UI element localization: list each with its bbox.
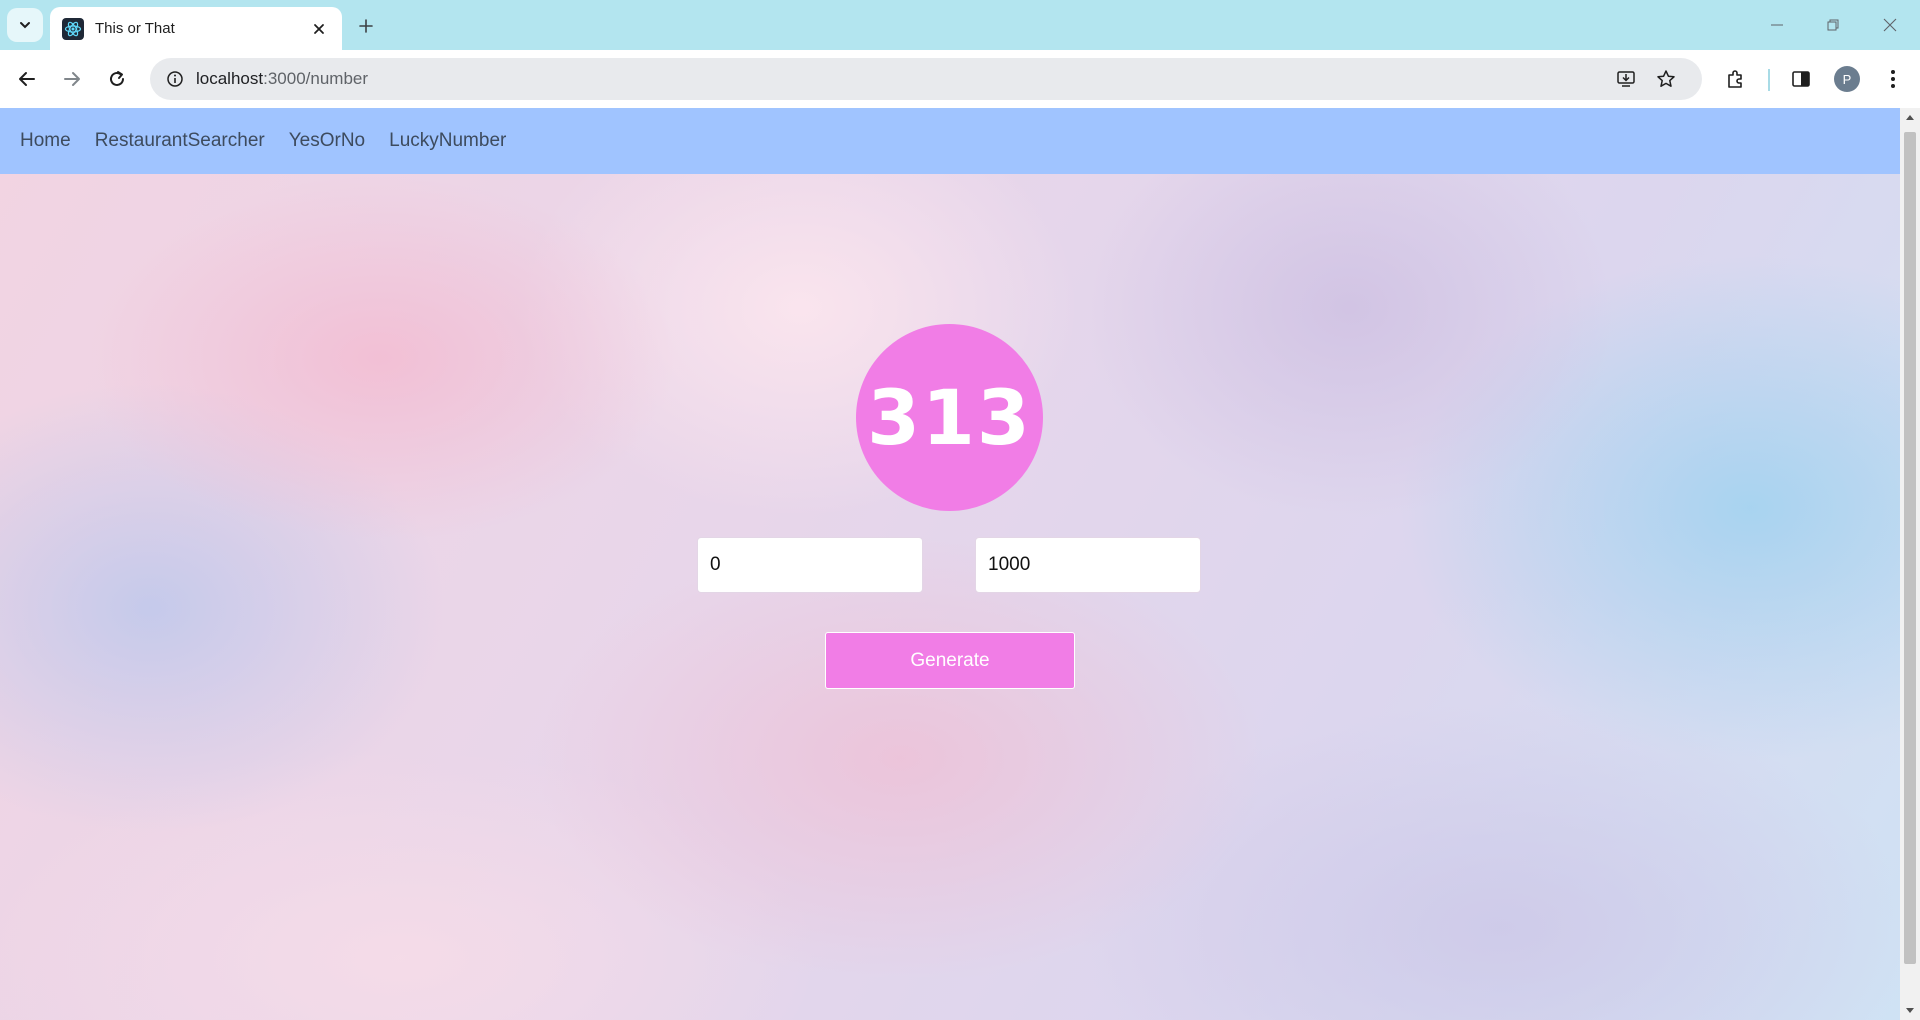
tab-title: This or That <box>95 20 175 37</box>
site-info-icon[interactable] <box>154 58 196 100</box>
bookmark-star-icon[interactable] <box>1650 63 1682 95</box>
page-viewport: Home RestaurantSearcher YesOrNo LuckyNum… <box>0 108 1900 1020</box>
scroll-up-arrow-icon[interactable] <box>1900 108 1920 126</box>
close-tab-icon[interactable] <box>308 18 330 40</box>
browser-toolbar: localhost:3000/number P <box>0 50 1920 108</box>
more-vertical-icon <box>1891 70 1895 88</box>
profile-avatar[interactable]: P <box>1834 66 1860 92</box>
reload-button[interactable] <box>101 63 133 95</box>
lucky-number-value: 313 <box>867 373 1032 462</box>
forward-button[interactable] <box>56 63 88 95</box>
chevron-down-icon <box>20 22 30 29</box>
reload-icon <box>110 71 124 86</box>
min-value-input[interactable] <box>697 537 923 593</box>
arrow-right-icon <box>64 72 80 86</box>
react-logo-icon <box>62 17 84 40</box>
side-panel-button[interactable] <box>1785 63 1817 95</box>
plus-icon <box>359 19 373 33</box>
minimize-button[interactable] <box>1760 10 1794 40</box>
nav-link-yes-or-no[interactable]: YesOrNo <box>287 126 367 156</box>
url-text: localhost:3000/number <box>196 69 369 88</box>
minimize-icon <box>1771 24 1783 26</box>
nav-link-restaurant-searcher[interactable]: RestaurantSearcher <box>93 126 267 156</box>
new-tab-button[interactable] <box>352 12 380 40</box>
browser-tab[interactable]: This or That <box>50 7 342 50</box>
extensions-button[interactable] <box>1719 63 1751 95</box>
address-bar[interactable]: localhost:3000/number <box>150 58 1702 100</box>
browser-menu-button[interactable] <box>1877 63 1909 95</box>
nav-link-home[interactable]: Home <box>18 126 73 156</box>
back-button[interactable] <box>11 63 43 95</box>
scrollbar-thumb[interactable] <box>1904 132 1916 964</box>
close-window-button[interactable] <box>1873 10 1907 40</box>
install-app-icon[interactable] <box>1610 63 1642 95</box>
nav-link-lucky-number[interactable]: LuckyNumber <box>387 126 508 156</box>
page-scrollbar[interactable] <box>1900 108 1920 1020</box>
lucky-number-circle: 313 <box>856 324 1043 511</box>
max-value-input[interactable] <box>975 537 1201 593</box>
side-panel-icon <box>1792 71 1810 87</box>
toolbar-divider <box>1768 69 1770 91</box>
scroll-down-arrow-icon[interactable] <box>1900 1002 1920 1020</box>
site-navbar: Home RestaurantSearcher YesOrNo LuckyNum… <box>0 108 1900 174</box>
tab-search-button[interactable] <box>7 8 43 42</box>
arrow-left-icon <box>19 72 35 86</box>
tab-strip: This or That <box>0 0 1920 50</box>
generate-button[interactable]: Generate <box>825 632 1075 689</box>
restore-button[interactable] <box>1816 10 1850 40</box>
puzzle-icon <box>1728 70 1742 88</box>
close-icon <box>1883 18 1897 32</box>
restore-icon <box>1827 19 1839 31</box>
